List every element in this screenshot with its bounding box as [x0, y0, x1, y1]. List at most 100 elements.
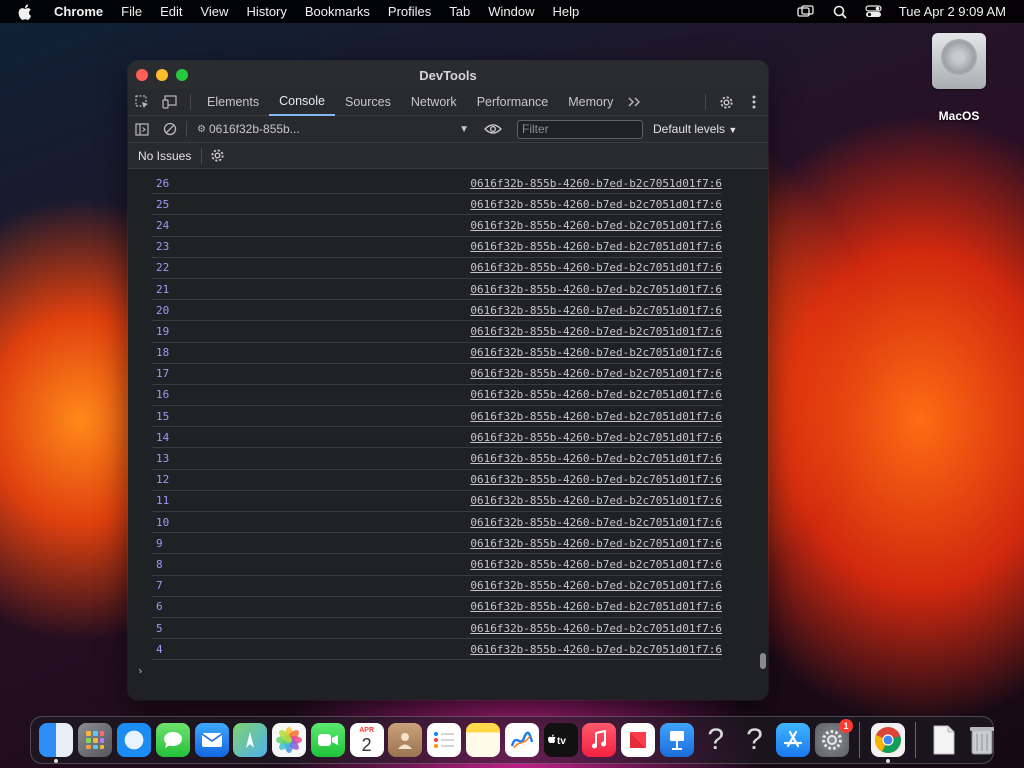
scrollbar-thumb[interactable] [760, 653, 766, 669]
source-link[interactable]: 0616f32b-855b-4260-b7ed-b2c7051d01f7:6 [470, 177, 722, 190]
dock-finder-icon[interactable] [39, 723, 74, 763]
source-link[interactable]: 0616f32b-855b-4260-b7ed-b2c7051d01f7:6 [470, 219, 722, 232]
dock-calendar-icon[interactable]: APR 2 [349, 723, 384, 757]
console-log-row: 7 0616f32b-855b-4260-b7ed-b2c7051d01f7:6 [152, 576, 722, 597]
source-link[interactable]: 0616f32b-855b-4260-b7ed-b2c7051d01f7:6 [470, 516, 722, 529]
menu-help[interactable]: Help [544, 0, 589, 23]
dock-music-icon[interactable] [582, 723, 617, 757]
search-icon[interactable] [823, 0, 857, 23]
dock-maps-icon[interactable] [233, 723, 268, 757]
tab-elements[interactable]: Elements [197, 89, 269, 116]
source-link[interactable]: 0616f32b-855b-4260-b7ed-b2c7051d01f7:6 [470, 537, 722, 550]
log-value: 16 [156, 388, 170, 402]
source-link[interactable]: 0616f32b-855b-4260-b7ed-b2c7051d01f7:6 [470, 198, 722, 211]
dock-apple-tv-icon[interactable]: tv [543, 723, 578, 757]
source-link[interactable]: 0616f32b-855b-4260-b7ed-b2c7051d01f7:6 [470, 261, 722, 274]
source-link[interactable]: 0616f32b-855b-4260-b7ed-b2c7051d01f7:6 [470, 473, 722, 486]
menu-bookmarks[interactable]: Bookmarks [296, 0, 379, 23]
source-link[interactable]: 0616f32b-855b-4260-b7ed-b2c7051d01f7:6 [470, 643, 722, 656]
javascript-context-select[interactable]: ⚙ 0616f32b-855b... ▼ [189, 122, 469, 136]
console-prompt[interactable]: › [138, 663, 142, 673]
dock-contacts-icon[interactable] [388, 723, 423, 757]
console-settings-gear-icon[interactable] [210, 148, 225, 163]
menu-view[interactable]: View [191, 0, 237, 23]
console-output[interactable]: 26 0616f32b-855b-4260-b7ed-b2c7051d01f7:6… [128, 169, 768, 673]
dock-reminders-icon[interactable] [427, 723, 462, 757]
settings-gear-icon[interactable] [712, 89, 740, 116]
toolbar-divider [201, 147, 203, 164]
filter-input[interactable] [517, 119, 643, 139]
clear-console-icon[interactable] [156, 116, 184, 143]
menu-history[interactable]: History [237, 0, 295, 23]
source-link[interactable]: 0616f32b-855b-4260-b7ed-b2c7051d01f7:6 [470, 431, 722, 444]
source-link[interactable]: 0616f32b-855b-4260-b7ed-b2c7051d01f7:6 [470, 367, 722, 380]
dock-news-icon[interactable] [621, 723, 656, 757]
source-link[interactable]: 0616f32b-855b-4260-b7ed-b2c7051d01f7:6 [470, 579, 722, 592]
live-expression-eye-icon[interactable] [479, 116, 507, 143]
dock-document-icon[interactable] [927, 723, 961, 757]
control-center-icon[interactable] [857, 0, 891, 23]
dock-keynote-icon[interactable] [659, 723, 694, 757]
issues-count-button[interactable]: No Issues [138, 149, 191, 163]
tab-network[interactable]: Network [401, 89, 467, 116]
toolbar-divider [705, 94, 706, 110]
dock-safari-icon[interactable] [116, 723, 151, 757]
log-levels-dropdown[interactable]: Default levels ▼ [653, 122, 737, 136]
window-titlebar[interactable]: DevTools [128, 61, 768, 89]
close-window-button[interactable] [136, 69, 148, 81]
tab-memory[interactable]: Memory [558, 89, 623, 116]
apple-menu-icon[interactable] [18, 3, 36, 20]
menu-profiles[interactable]: Profiles [379, 0, 440, 23]
source-link[interactable]: 0616f32b-855b-4260-b7ed-b2c7051d01f7:6 [470, 410, 722, 423]
console-log-row: 8 0616f32b-855b-4260-b7ed-b2c7051d01f7:6 [152, 554, 722, 576]
source-link[interactable]: 0616f32b-855b-4260-b7ed-b2c7051d01f7:6 [470, 388, 722, 401]
source-link[interactable]: 0616f32b-855b-4260-b7ed-b2c7051d01f7:6 [470, 622, 722, 635]
tab-console[interactable]: Console [269, 89, 335, 116]
dock-system-settings-icon[interactable]: 1 [815, 719, 854, 757]
more-tabs-chevron-icon[interactable] [623, 89, 647, 116]
dock-unknown-app-question-icon[interactable]: ? [737, 723, 771, 757]
source-link[interactable]: 0616f32b-855b-4260-b7ed-b2c7051d01f7:6 [470, 452, 722, 465]
tab-sources[interactable]: Sources [335, 89, 401, 116]
calendar-month: APR [359, 726, 375, 734]
dock-mail-icon[interactable] [194, 723, 229, 757]
menu-tab[interactable]: Tab [440, 0, 479, 23]
dock-launchpad-icon[interactable] [78, 723, 113, 757]
dock-photos-icon[interactable] [272, 723, 307, 757]
minimize-window-button[interactable] [156, 69, 168, 81]
source-link[interactable]: 0616f32b-855b-4260-b7ed-b2c7051d01f7:6 [470, 240, 722, 253]
source-link[interactable]: 0616f32b-855b-4260-b7ed-b2c7051d01f7:6 [470, 494, 722, 507]
menu-window[interactable]: Window [479, 0, 543, 23]
console-log-row: 16 0616f32b-855b-4260-b7ed-b2c7051d01f7:6 [152, 385, 722, 407]
dock-messages-icon[interactable] [155, 723, 190, 757]
source-link[interactable]: 0616f32b-855b-4260-b7ed-b2c7051d01f7:6 [470, 558, 722, 571]
console-scrollbar[interactable] [758, 169, 768, 673]
source-link[interactable]: 0616f32b-855b-4260-b7ed-b2c7051d01f7:6 [470, 346, 722, 359]
zoom-window-button[interactable] [176, 69, 188, 81]
issues-bar: No Issues [128, 143, 768, 169]
source-link[interactable]: 0616f32b-855b-4260-b7ed-b2c7051d01f7:6 [470, 600, 722, 613]
screen-mirroring-icon[interactable] [789, 0, 823, 23]
show-sidebar-icon[interactable] [128, 116, 156, 143]
menu-file[interactable]: File [112, 0, 151, 23]
source-link[interactable]: 0616f32b-855b-4260-b7ed-b2c7051d01f7:6 [470, 325, 722, 338]
menu-clock[interactable]: Tue Apr 2 9:09 AM [891, 4, 1006, 19]
source-link[interactable]: 0616f32b-855b-4260-b7ed-b2c7051d01f7:6 [470, 304, 722, 317]
dock-chrome-icon[interactable] [870, 723, 905, 763]
caret-down-icon: ▼ [459, 123, 469, 135]
app-menu-chrome[interactable]: Chrome [50, 0, 112, 23]
dock-app-store-icon[interactable] [776, 723, 811, 757]
tab-performance[interactable]: Performance [467, 89, 559, 116]
dock-notes-icon[interactable] [465, 723, 500, 757]
dock-unknown-app-question-icon[interactable]: ? [699, 723, 733, 757]
desktop-disk-macos[interactable]: MacOS [924, 33, 994, 123]
dock-facetime-icon[interactable] [310, 723, 345, 757]
inspect-element-icon[interactable] [128, 89, 156, 116]
source-link[interactable]: 0616f32b-855b-4260-b7ed-b2c7051d01f7:6 [470, 283, 722, 296]
more-options-icon[interactable] [740, 89, 768, 116]
dock-trash-icon[interactable] [965, 723, 999, 757]
device-toolbar-icon[interactable] [156, 89, 184, 116]
menu-edit[interactable]: Edit [151, 0, 191, 23]
console-log-row: 17 0616f32b-855b-4260-b7ed-b2c7051d01f7:6 [152, 364, 722, 385]
dock-freeform-icon[interactable] [504, 723, 539, 757]
